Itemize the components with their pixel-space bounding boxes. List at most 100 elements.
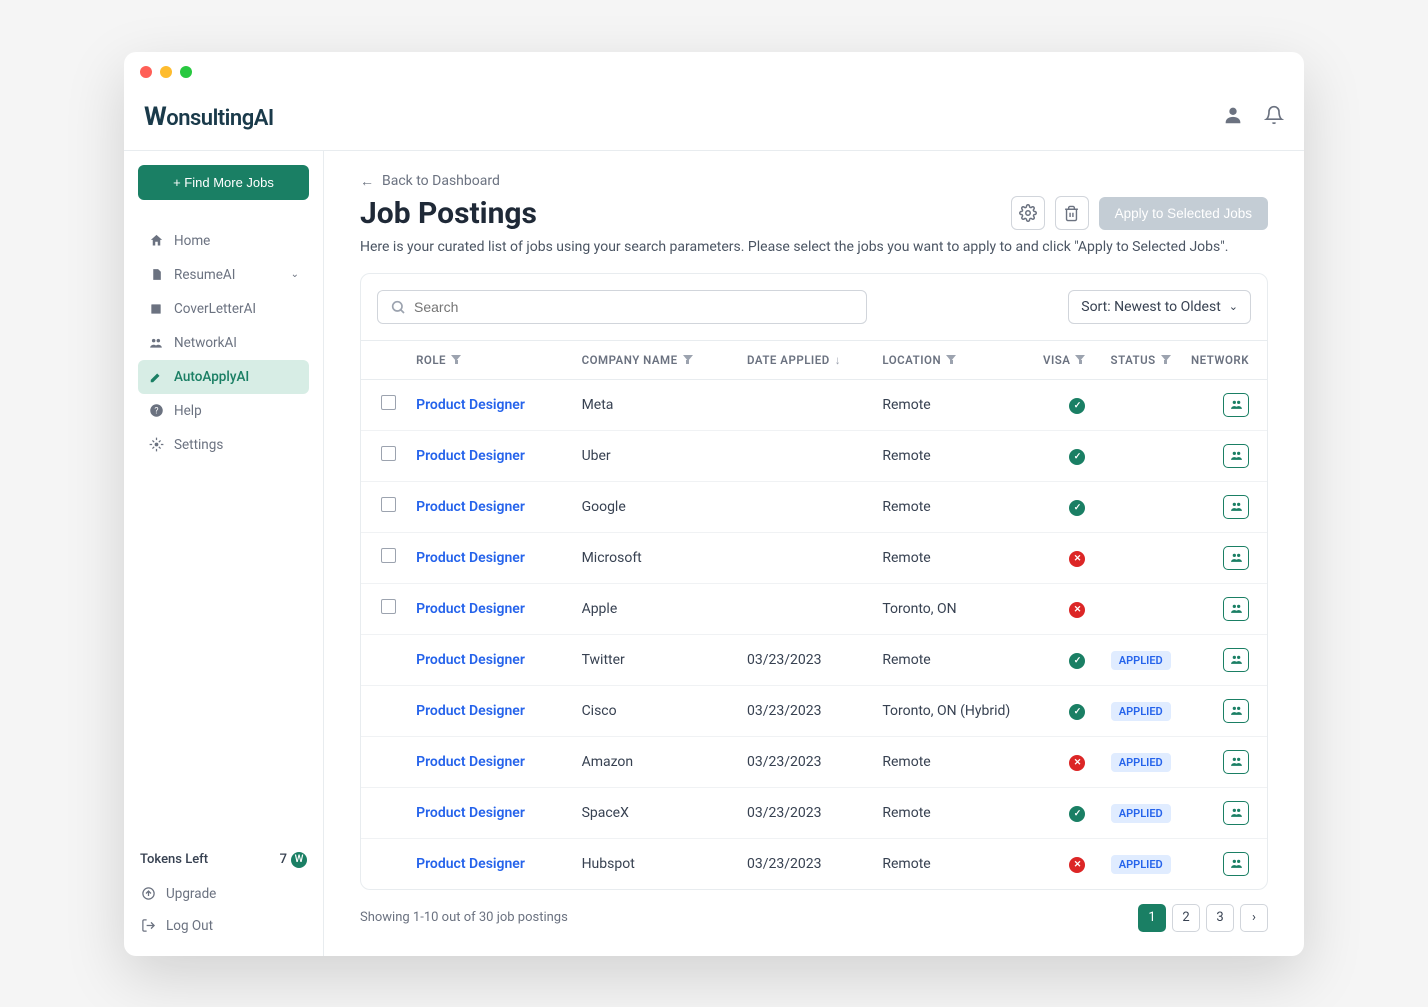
sidebar-item-networkai[interactable]: NetworkAI	[138, 326, 309, 360]
find-more-jobs-button[interactable]: + Find More Jobs	[138, 165, 309, 200]
filter-icon	[1161, 355, 1171, 365]
chevron-down-icon: ⌄	[1229, 300, 1238, 313]
network-button[interactable]	[1223, 546, 1249, 570]
row-checkbox[interactable]	[381, 395, 396, 410]
column-company[interactable]: COMPANY NAME	[572, 340, 737, 379]
sidebar-item-coverletterai[interactable]: CoverLetterAI	[138, 292, 309, 326]
bell-icon[interactable]	[1264, 105, 1284, 129]
people-icon	[148, 336, 164, 350]
logout-link[interactable]: Log Out	[138, 910, 309, 942]
row-checkbox[interactable]	[381, 599, 396, 614]
network-button[interactable]	[1223, 444, 1249, 468]
date-cell	[737, 481, 872, 532]
person-icon[interactable]	[1222, 104, 1244, 130]
role-link[interactable]: Product Designer	[416, 856, 525, 872]
table-row: Product DesignerAmazon03/23/2023Remote✕A…	[361, 736, 1267, 787]
role-link[interactable]: Product Designer	[416, 754, 525, 770]
search-icon	[390, 299, 406, 315]
status-badge: APPLIED	[1111, 753, 1171, 772]
location-cell: Remote	[872, 736, 1032, 787]
sidebar: + Find More Jobs Home ResumeAI ⌄ CoverLe…	[124, 151, 324, 956]
sidebar-item-settings[interactable]: Settings	[138, 428, 309, 462]
table-row: Product DesignerGoogleRemote✓	[361, 481, 1267, 532]
role-link[interactable]: Product Designer	[416, 601, 525, 617]
maximize-window-icon[interactable]	[180, 66, 192, 78]
sort-dropdown[interactable]: Sort: Newest to Oldest ⌄	[1068, 290, 1251, 324]
role-link[interactable]: Product Designer	[416, 805, 525, 821]
role-link[interactable]: Product Designer	[416, 703, 525, 719]
back-to-dashboard-link[interactable]: ← Back to Dashboard	[360, 173, 500, 190]
status-badge: APPLIED	[1111, 651, 1171, 670]
sidebar-item-label: Help	[174, 403, 202, 419]
arrow-down-icon: ↓	[835, 353, 841, 367]
network-button[interactable]	[1223, 852, 1249, 876]
company-cell: Hubspot	[572, 838, 737, 889]
column-role[interactable]: ROLE	[406, 340, 571, 379]
table-row: Product DesignerUberRemote✓	[361, 430, 1267, 481]
close-window-icon[interactable]	[140, 66, 152, 78]
row-checkbox[interactable]	[381, 497, 396, 512]
next-page-button[interactable]: ›	[1240, 904, 1268, 932]
date-cell	[737, 583, 872, 634]
settings-button[interactable]	[1011, 196, 1045, 230]
column-location[interactable]: LOCATION	[872, 340, 1032, 379]
column-status[interactable]: STATUS	[1095, 340, 1180, 379]
row-checkbox[interactable]	[381, 446, 396, 461]
row-checkbox[interactable]	[381, 548, 396, 563]
page-subtitle: Here is your curated list of jobs using …	[360, 239, 1268, 255]
location-cell: Remote	[872, 379, 1032, 430]
search-input[interactable]	[414, 299, 854, 315]
sidebar-item-resumeai[interactable]: ResumeAI ⌄	[138, 258, 309, 292]
app-window: WWonsultingAIonsultingAI + Find More Job…	[124, 52, 1304, 956]
x-icon: ✕	[1069, 857, 1085, 873]
network-button[interactable]	[1223, 648, 1249, 672]
filter-icon	[946, 355, 956, 365]
edit-icon	[148, 370, 164, 384]
network-button[interactable]	[1223, 393, 1249, 417]
page-button[interactable]: 1	[1138, 904, 1166, 932]
delete-button[interactable]	[1055, 196, 1089, 230]
sidebar-item-autoapplyai[interactable]: AutoApplyAI	[138, 360, 309, 394]
gear-icon	[1019, 204, 1037, 222]
network-button[interactable]	[1223, 597, 1249, 621]
table-row: Product DesignerAppleToronto, ON✕	[361, 583, 1267, 634]
role-link[interactable]: Product Designer	[416, 499, 525, 515]
upgrade-link[interactable]: Upgrade	[138, 878, 309, 910]
network-button[interactable]	[1223, 699, 1249, 723]
check-icon: ✓	[1069, 500, 1085, 516]
tokens-left: Tokens Left 7 W	[138, 846, 309, 878]
logo: WWonsultingAIonsultingAI	[144, 102, 274, 132]
company-cell: Microsoft	[572, 532, 737, 583]
table-row: Product DesignerMicrosoftRemote✕	[361, 532, 1267, 583]
home-icon	[148, 233, 164, 248]
pagination: 123›	[1138, 904, 1268, 932]
trash-icon	[1063, 205, 1080, 222]
role-link[interactable]: Product Designer	[416, 448, 525, 464]
apply-to-selected-button[interactable]: Apply to Selected Jobs	[1099, 197, 1268, 230]
sidebar-item-help[interactable]: ? Help	[138, 394, 309, 428]
role-link[interactable]: Product Designer	[416, 550, 525, 566]
sidebar-item-label: Settings	[174, 437, 223, 453]
location-cell: Remote	[872, 838, 1032, 889]
network-button[interactable]	[1223, 495, 1249, 519]
date-cell: 03/23/2023	[737, 838, 872, 889]
location-cell: Remote	[872, 532, 1032, 583]
role-link[interactable]: Product Designer	[416, 397, 525, 413]
page-button[interactable]: 3	[1206, 904, 1234, 932]
table-row: Product DesignerMetaRemote✓	[361, 379, 1267, 430]
search-input-wrapper[interactable]	[377, 290, 867, 324]
location-cell: Toronto, ON	[872, 583, 1032, 634]
page-button[interactable]: 2	[1172, 904, 1200, 932]
network-button[interactable]	[1223, 750, 1249, 774]
x-icon: ✕	[1069, 602, 1085, 618]
role-link[interactable]: Product Designer	[416, 652, 525, 668]
titlebar	[124, 52, 1304, 92]
network-button[interactable]	[1223, 801, 1249, 825]
location-cell: Toronto, ON (Hybrid)	[872, 685, 1032, 736]
minimize-window-icon[interactable]	[160, 66, 172, 78]
column-visa[interactable]: VISA	[1033, 340, 1096, 379]
check-icon: ✓	[1069, 398, 1085, 414]
x-icon: ✕	[1069, 755, 1085, 771]
sidebar-item-home[interactable]: Home	[138, 224, 309, 258]
column-date[interactable]: DATE APPLIED↓	[737, 340, 872, 379]
